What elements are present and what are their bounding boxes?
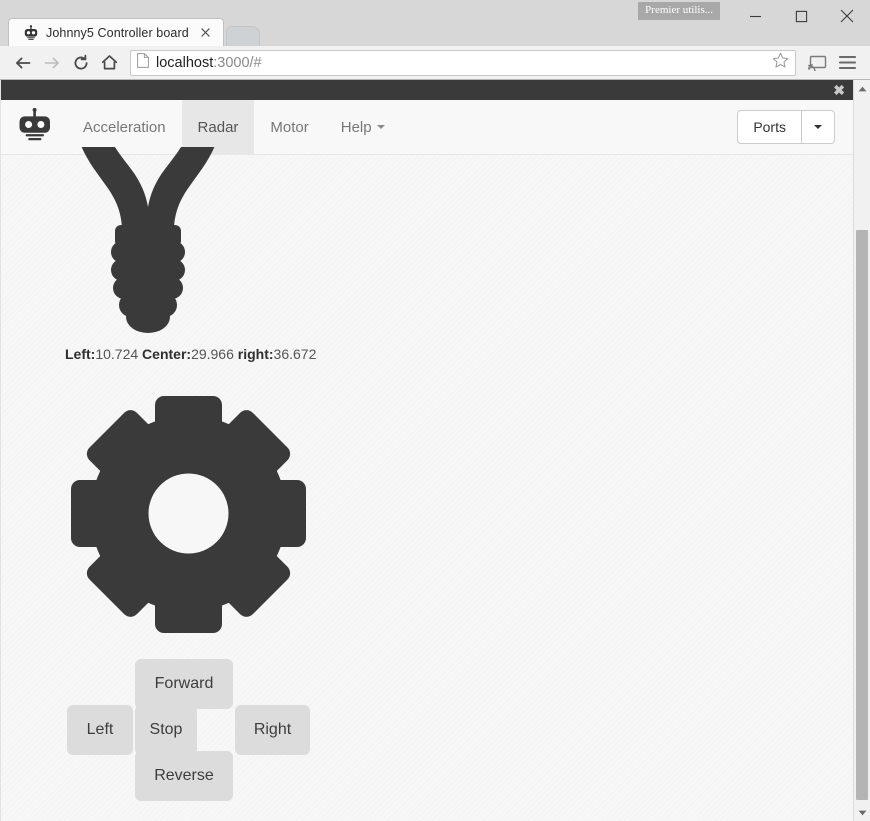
- motor-gear-illustration: [1, 392, 853, 637]
- scroll-down-icon[interactable]: [854, 804, 870, 821]
- scroll-up-icon[interactable]: [854, 80, 870, 97]
- web-page: ✖ Acceleration Radar Motor Help Ports Le…: [0, 80, 853, 821]
- navbar-right-section: Ports: [737, 100, 853, 154]
- address-bar[interactable]: localhost:3000/#: [130, 49, 796, 76]
- forward-button[interactable]: Forward: [135, 659, 233, 709]
- browser-window: Johnny5 Controller board Premier utilis.…: [0, 0, 870, 821]
- reload-icon[interactable]: [66, 49, 95, 77]
- motor-control-pad: Forward Left Stop Right Reverse: [67, 659, 367, 801]
- user-profile-chip[interactable]: Premier utilis...: [638, 2, 720, 21]
- lightbulb-icon: [63, 147, 853, 342]
- maximize-icon[interactable]: [778, 1, 824, 31]
- robot-head-icon: [23, 24, 39, 41]
- browser-title-bar: Johnny5 Controller board Premier utilis.…: [0, 0, 870, 46]
- page-scrollbar[interactable]: [853, 80, 870, 821]
- forward-arrow-icon[interactable]: [37, 49, 66, 77]
- navbar-menu: Acceleration Radar Motor Help: [67, 100, 401, 154]
- minimize-icon[interactable]: [732, 1, 778, 31]
- cast-icon[interactable]: [802, 49, 832, 77]
- radar-bulb-illustration: [1, 147, 853, 342]
- sensor-right-value: 36.672: [273, 346, 317, 362]
- notification-bar: ✖: [1, 80, 853, 100]
- stop-button[interactable]: Stop: [135, 705, 197, 755]
- address-bar-text: localhost:3000/#: [156, 55, 262, 71]
- ports-button-group: Ports: [737, 110, 835, 144]
- sensor-center-label: Center:: [142, 346, 192, 362]
- tab-close-icon[interactable]: [199, 26, 213, 40]
- nav-item-label: Acceleration: [83, 118, 166, 136]
- chevron-down-icon: [814, 125, 822, 129]
- sensor-left-value: 10.724: [95, 346, 139, 362]
- nav-item-motor[interactable]: Motor: [254, 100, 324, 154]
- chevron-down-icon: [376, 125, 385, 129]
- sensor-left-label: Left:: [65, 346, 96, 362]
- home-icon[interactable]: [95, 49, 124, 77]
- window-controls: [732, 0, 870, 32]
- url-path: :3000/#: [213, 54, 262, 71]
- tab-title: Johnny5 Controller board: [46, 25, 189, 40]
- page-content: Left:10.724 Center:29.966 right:36.672 F…: [1, 147, 853, 801]
- reverse-button[interactable]: Reverse: [135, 751, 233, 801]
- sensor-right-label: right:: [237, 346, 274, 362]
- browser-tab[interactable]: Johnny5 Controller board: [8, 18, 224, 46]
- nav-item-radar[interactable]: Radar: [181, 100, 255, 154]
- sensor-readout: Left:10.724 Center:29.966 right:36.672: [1, 346, 853, 362]
- ports-dropdown-toggle[interactable]: [802, 110, 835, 144]
- close-icon[interactable]: ✖: [833, 83, 845, 97]
- back-arrow-icon[interactable]: [8, 49, 37, 77]
- tab-strip: Johnny5 Controller board: [8, 14, 260, 46]
- gear-icon: [67, 392, 853, 637]
- nav-item-label: Help: [340, 118, 372, 136]
- browser-toolbar: localhost:3000/#: [0, 46, 870, 80]
- nav-item-help[interactable]: Help: [325, 100, 401, 154]
- left-button[interactable]: Left: [67, 705, 133, 755]
- robot-head-icon: [17, 107, 53, 147]
- new-tab-icon[interactable]: [225, 26, 260, 46]
- nav-item-label: Motor: [270, 118, 309, 136]
- scrollbar-thumb[interactable]: [856, 230, 868, 800]
- ports-button[interactable]: Ports: [737, 110, 802, 144]
- app-brand[interactable]: [1, 100, 67, 154]
- sensor-center-value: 29.966: [191, 346, 234, 362]
- star-icon[interactable]: [772, 52, 789, 74]
- url-host: localhost: [156, 54, 214, 71]
- nav-item-label: Radar: [197, 118, 239, 136]
- right-button[interactable]: Right: [235, 705, 310, 755]
- document-icon: [137, 52, 149, 73]
- close-icon[interactable]: [824, 1, 870, 31]
- hamburger-menu-icon[interactable]: [832, 49, 862, 77]
- page-viewport: ✖ Acceleration Radar Motor Help Ports Le…: [0, 80, 870, 821]
- nav-item-acceleration[interactable]: Acceleration: [67, 100, 182, 154]
- scrollbar-track[interactable]: [854, 97, 870, 804]
